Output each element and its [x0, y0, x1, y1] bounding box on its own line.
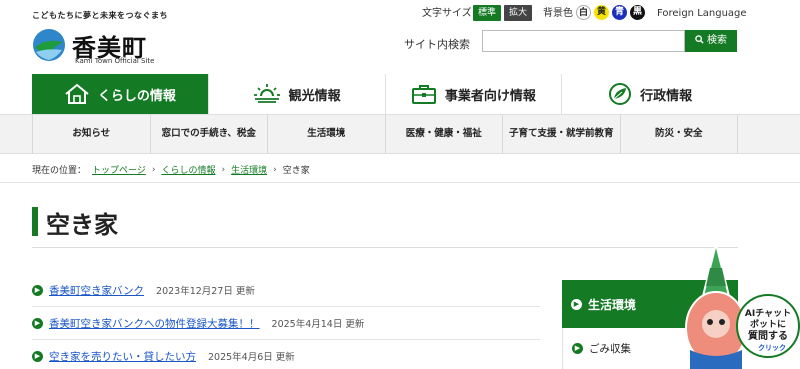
breadcrumb-link[interactable]: 生活環境: [231, 163, 267, 176]
list-item: ▶ 香美町空き家バンク 2023年12月27日 更新: [32, 274, 540, 307]
sub-nav-item[interactable]: 子育て支援・就学前教育: [503, 114, 621, 154]
search-label: サイト内検索: [404, 38, 470, 51]
article-link[interactable]: 空き家を売りたい・貸したい方: [49, 349, 196, 364]
chevron-right-icon: ›: [221, 164, 226, 175]
main-nav-tourism[interactable]: 観光情報: [209, 74, 386, 114]
bg-color-label: 背景色: [543, 8, 573, 19]
sub-nav-item[interactable]: お知らせ: [32, 114, 151, 154]
site-tagline: こどもたちに夢と未来をつなぐまち: [32, 11, 168, 20]
article-link[interactable]: 香美町空き家バンク: [49, 283, 144, 298]
chatbot-text-line2: ボットに: [750, 318, 786, 330]
arrow-right-icon: ▶: [572, 343, 583, 354]
arrow-right-icon: ▶: [32, 350, 43, 362]
arrow-right-icon: ▶: [32, 284, 43, 296]
sub-nav: お知らせ 窓口での手続き、税金 生活環境 医療・健康・福祉 子育て支援・就学前教…: [32, 114, 738, 154]
bg-yellow-button[interactable]: 黄: [594, 5, 609, 20]
article-date: 2025年4月14日 更新: [271, 319, 365, 330]
main-nav: くらしの情報 観光情報 事業者向け情報 行政情報: [32, 74, 738, 114]
town-logo-icon[interactable]: [32, 28, 66, 62]
bg-white-button[interactable]: 白: [576, 5, 591, 20]
page-title: 空き家: [46, 211, 118, 239]
chatbot-text-line3: 質問する: [748, 329, 788, 342]
main-nav-living[interactable]: くらしの情報: [32, 74, 209, 114]
main-nav-business[interactable]: 事業者向け情報: [386, 74, 563, 114]
chatbot-text-line1: AIチャット: [745, 308, 791, 319]
search-icon: [695, 35, 704, 44]
list-item: ▶ 空き家を売りたい・貸したい方 2025年4月6日 更新: [32, 340, 540, 369]
sidebar-heading-label: 生活環境: [588, 297, 637, 312]
breadcrumb-link[interactable]: くらしの情報: [161, 163, 215, 176]
ai-chatbot-mascot-button[interactable]: AIチャット ボットに 質問する クリック: [672, 238, 800, 369]
briefcase-icon: [411, 85, 436, 104]
chevron-right-icon: ›: [273, 164, 277, 175]
logo-subtitle: Kami Town Official Site: [75, 57, 155, 65]
divider: [0, 182, 800, 183]
arrow-right-icon: ▶: [32, 317, 43, 329]
chevron-right-icon: ›: [151, 164, 156, 175]
sub-nav-item[interactable]: 生活環境: [268, 114, 386, 154]
font-large-button[interactable]: 拡大: [504, 5, 533, 21]
search-button-label: 検索: [707, 35, 727, 46]
article-date: 2023年12月27日 更新: [156, 286, 255, 297]
arrow-right-icon: ▶: [571, 298, 582, 310]
article-link[interactable]: 香美町空き家バンクへの物件登録大募集！！: [49, 316, 260, 331]
main-nav-label: くらしの情報: [97, 88, 176, 104]
font-size-label: 文字サイズ: [422, 8, 472, 19]
sub-nav-item[interactable]: 窓口での手続き、税金: [151, 114, 268, 154]
sunrise-icon: [253, 84, 280, 103]
breadcrumb-link[interactable]: トップページ: [92, 163, 146, 176]
article-date: 2025年4月6日 更新: [208, 352, 295, 363]
breadcrumb-prefix: 現在の位置：: [32, 166, 87, 176]
sidebar-item-label: ごみ収集: [589, 343, 631, 355]
font-standard-button[interactable]: 標準: [473, 5, 502, 21]
main-nav-label: 事業者向け情報: [444, 88, 536, 104]
breadcrumb-current: 空き家: [282, 166, 310, 176]
list-item: ▶ 香美町空き家バンクへの物件登録大募集！！ 2025年4月14日 更新: [32, 307, 540, 340]
bg-black-button[interactable]: 黒: [630, 5, 645, 20]
divider: [32, 247, 738, 248]
bg-blue-button[interactable]: 青: [612, 5, 627, 20]
leaf-globe-icon: [609, 83, 632, 105]
foreign-language-link[interactable]: Foreign Language: [657, 6, 747, 22]
sub-nav-item[interactable]: 医療・健康・福祉: [386, 114, 503, 154]
search-input[interactable]: [482, 30, 685, 52]
house-icon: [65, 83, 89, 104]
main-nav-administration[interactable]: 行政情報: [562, 74, 738, 114]
breadcrumb: 現在の位置： トップページ › くらしの情報 › 生活環境 › 空き家: [32, 163, 310, 177]
title-accent-bar: [32, 207, 38, 236]
search-button[interactable]: 検索: [685, 30, 737, 52]
main-nav-label: 観光情報: [288, 88, 341, 104]
sub-nav-item[interactable]: 防災・安全: [621, 114, 738, 154]
chatbot-text-line4: クリック: [758, 343, 786, 352]
main-nav-label: 行政情報: [640, 88, 693, 104]
